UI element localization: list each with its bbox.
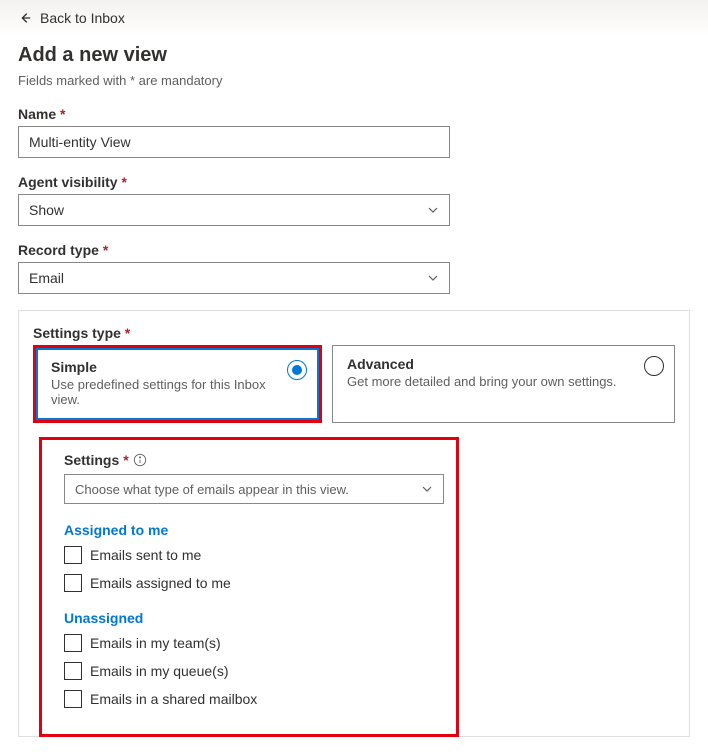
- checkbox: [64, 546, 82, 564]
- radio-indicator: [644, 356, 664, 376]
- checkbox: [64, 574, 82, 592]
- settings-select[interactable]: Choose what type of emails appear in thi…: [64, 474, 444, 504]
- checkbox: [64, 634, 82, 652]
- settings-type-advanced[interactable]: Advanced Get more detailed and bring you…: [332, 345, 675, 423]
- settings-label: Settings *: [64, 452, 434, 468]
- info-icon: [133, 453, 147, 467]
- chevron-down-icon: [427, 272, 439, 284]
- name-input[interactable]: Multi-entity View: [18, 126, 450, 158]
- record-type-label: Record type *: [18, 242, 690, 258]
- mandatory-note: Fields marked with * are mandatory: [18, 73, 690, 88]
- settings-type-label: Settings type *: [33, 325, 675, 341]
- name-label: Name *: [18, 106, 690, 122]
- record-type-select[interactable]: Email: [18, 262, 450, 294]
- highlight-settings: Settings * Choose what type of emails ap…: [39, 437, 459, 737]
- highlight-simple: Simple Use predefined settings for this …: [33, 345, 322, 423]
- option-emails-assigned-to-me[interactable]: Emails assigned to me: [64, 574, 434, 592]
- radio-indicator-selected: [287, 360, 307, 380]
- agent-visibility-label: Agent visibility *: [18, 174, 690, 190]
- back-label: Back to Inbox: [40, 10, 125, 26]
- checkbox: [64, 690, 82, 708]
- group-assigned: Assigned to me: [64, 522, 434, 538]
- option-emails-in-queues[interactable]: Emails in my queue(s): [64, 662, 434, 680]
- option-emails-in-teams[interactable]: Emails in my team(s): [64, 634, 434, 652]
- agent-visibility-select[interactable]: Show: [18, 194, 450, 226]
- chevron-down-icon: [427, 204, 439, 216]
- back-to-inbox-link[interactable]: Back to Inbox: [18, 10, 125, 26]
- option-emails-sent-to-me[interactable]: Emails sent to me: [64, 546, 434, 564]
- arrow-left-icon: [18, 11, 32, 25]
- group-unassigned: Unassigned: [64, 610, 434, 626]
- checkbox: [64, 662, 82, 680]
- settings-type-simple[interactable]: Simple Use predefined settings for this …: [36, 348, 319, 420]
- page-title: Add a new view: [18, 44, 690, 67]
- option-emails-in-shared-mailbox[interactable]: Emails in a shared mailbox: [64, 690, 434, 708]
- settings-type-panel: Settings type * Simple Use predefined se…: [18, 310, 690, 737]
- chevron-down-icon: [421, 483, 433, 495]
